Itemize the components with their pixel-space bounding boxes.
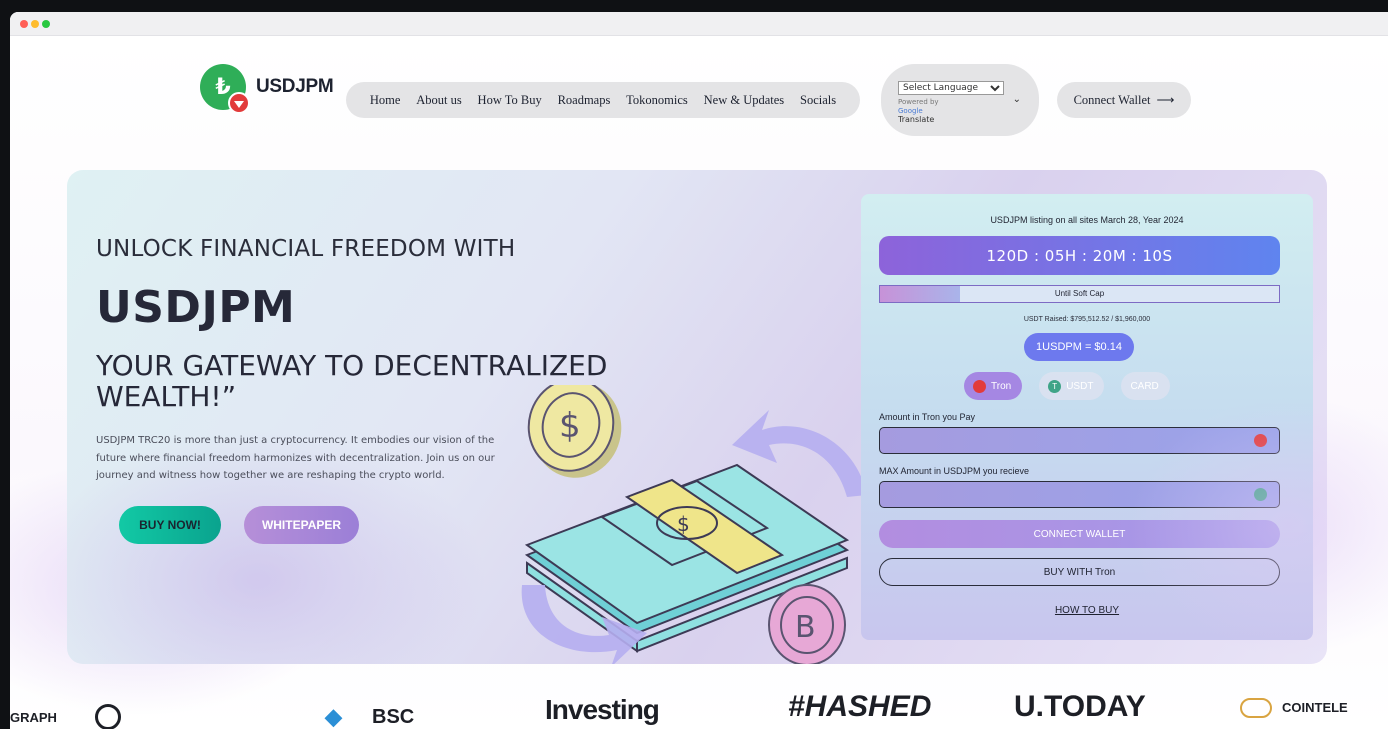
nav-item-socials[interactable]: Socials: [800, 93, 836, 108]
payment-tabs: Tron T USDT CARD: [964, 372, 1170, 400]
buy-now-button[interactable]: BUY NOW!: [119, 506, 221, 544]
dollar-coin-icon: $: [527, 385, 622, 478]
nav-item-home[interactable]: Home: [370, 93, 401, 108]
nav-item-how-to-buy[interactable]: How To Buy: [478, 93, 542, 108]
tab-card[interactable]: CARD: [1121, 372, 1170, 400]
partner-logo[interactable]: Investing: [545, 694, 660, 726]
money-illustration: $ $ B: [521, 385, 867, 664]
soft-cap-progress: Until Soft Cap: [879, 285, 1280, 303]
svg-text:B: B: [795, 610, 816, 645]
tab-tron-label: Tron: [991, 380, 1012, 392]
browser-window: ₺ USDJPM Home About us How To Buy Roadma…: [10, 12, 1388, 729]
partner-logos: GRAPH ◆ BSC Investing #HASHED U.TODAY CO…: [10, 690, 1388, 729]
hero-section: UNLOCK FINANCIAL FREEDOM WITH USDJPM YOU…: [67, 170, 1327, 664]
header-connect-wallet-button[interactable]: Connect Wallet ⟶: [1057, 82, 1191, 118]
tron-icon: [973, 379, 986, 393]
receive-amount-input[interactable]: [879, 481, 1280, 508]
pay-amount-label: Amount in Tron you Pay: [879, 412, 976, 422]
presale-card: USDJPM listing on all sites March 28, Ye…: [861, 194, 1313, 640]
partner-logo[interactable]: U.TODAY: [1014, 690, 1146, 724]
hero-kicker: UNLOCK FINANCIAL FREEDOM WITH: [96, 236, 516, 262]
maximize-window-button[interactable]: [42, 20, 50, 28]
tab-usdt[interactable]: T USDT: [1039, 372, 1105, 400]
brand-logo[interactable]: ₺ USDJPM: [200, 64, 334, 114]
partner-logo-icon[interactable]: [95, 704, 121, 729]
partner-logo-icon[interactable]: [1240, 698, 1272, 718]
tab-tron[interactable]: Tron: [964, 372, 1023, 400]
svg-text:$: $: [677, 512, 690, 536]
partner-logo[interactable]: #HASHED: [788, 690, 931, 724]
tether-icon: T: [1048, 379, 1062, 393]
brand-mark-glyph: ₺: [215, 74, 231, 100]
nav-item-about-us[interactable]: About us: [416, 93, 462, 108]
browser-titlebar: [10, 12, 1388, 36]
partner-logo[interactable]: GRAPH: [10, 710, 57, 725]
partner-logo[interactable]: BSC: [372, 706, 414, 729]
svg-text:$: $: [559, 406, 581, 446]
whitepaper-button[interactable]: WHITEPAPER: [244, 506, 359, 544]
main-nav: Home About us How To Buy Roadmaps Tokono…: [346, 82, 860, 118]
bitcoin-coin-icon: B: [768, 584, 846, 664]
receive-amount-label: MAX Amount in USDJPM you recieve: [879, 466, 1030, 476]
google-label: Google: [898, 107, 923, 115]
minimize-window-button[interactable]: [31, 20, 39, 28]
usdt-raised-text: USDT Raised: $795,512.52 / $1,960,000: [1023, 316, 1151, 323]
chevron-down-icon[interactable]: ⌄: [1013, 94, 1021, 105]
partner-logo[interactable]: COINTELE: [1282, 700, 1348, 715]
soft-cap-label: Until Soft Cap: [1054, 289, 1105, 298]
partner-logo[interactable]: ◆: [325, 704, 342, 729]
token-price-badge: 1USDPM = $0.14: [1024, 333, 1134, 361]
tron-badge-icon: [228, 92, 250, 114]
nav-item-roadmaps[interactable]: Roadmaps: [558, 93, 611, 108]
buy-with-tron-button[interactable]: BUY WITH Tron: [879, 558, 1280, 586]
page: ₺ USDJPM Home About us How To Buy Roadma…: [10, 36, 1388, 729]
listing-notice: USDJPM listing on all sites March 28, Ye…: [990, 215, 1184, 225]
arrow-right-icon: ⟶: [1156, 93, 1175, 107]
hero-title: USDJPM: [96, 282, 296, 333]
brand-name: USDJPM: [256, 76, 334, 97]
tab-card-label: CARD: [1130, 380, 1159, 392]
brand-logo-icon: ₺: [200, 64, 250, 114]
language-select[interactable]: Select Language: [898, 81, 1004, 95]
how-to-buy-link[interactable]: HOW TO BUY: [861, 605, 1313, 616]
close-window-button[interactable]: [20, 20, 28, 28]
nav-item-news-updates[interactable]: New & Updates: [704, 93, 785, 108]
tron-icon: [1254, 434, 1267, 447]
tether-icon: [1254, 488, 1267, 501]
language-widget: Select Language Powered by Google Transl…: [881, 64, 1039, 136]
countdown-timer: 120D : 05H : 20M : 10S: [879, 236, 1280, 275]
header-connect-wallet-label: Connect Wallet: [1073, 92, 1151, 107]
pay-amount-input[interactable]: [879, 427, 1280, 454]
card-connect-wallet-button[interactable]: CONNECT WALLET: [879, 520, 1280, 548]
hero-description: USDJPM TRC20 is more than just a cryptoc…: [96, 435, 495, 481]
tab-usdt-label: USDT: [1066, 380, 1094, 392]
nav-item-tokonomics[interactable]: Tokonomics: [626, 93, 688, 108]
translate-link[interactable]: Translate: [898, 115, 1039, 125]
